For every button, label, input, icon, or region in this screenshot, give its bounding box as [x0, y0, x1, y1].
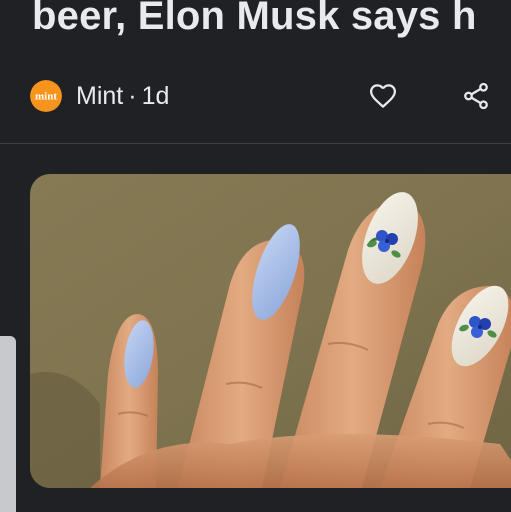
share-button[interactable] — [458, 78, 494, 114]
mint-logo-text: mint — [35, 91, 57, 103]
section-divider — [0, 143, 511, 144]
news-feed-screen: beer, Elon Musk says h mint Mint · 1d — [0, 0, 511, 512]
source-name[interactable]: Mint — [76, 80, 123, 112]
share-icon — [464, 82, 488, 110]
mint-logo-icon: mint — [30, 80, 62, 112]
scroll-handle[interactable] — [0, 336, 16, 512]
nail-art-photo — [30, 174, 511, 488]
source-separator: · — [128, 82, 137, 110]
article-source-row: mint Mint · 1d — [30, 78, 169, 114]
article-age: 1d — [141, 82, 170, 110]
like-button[interactable] — [365, 78, 401, 114]
heart-outline-icon — [370, 84, 396, 108]
article-image[interactable] — [30, 174, 511, 488]
article-headline[interactable]: beer, Elon Musk says h — [32, 0, 511, 44]
